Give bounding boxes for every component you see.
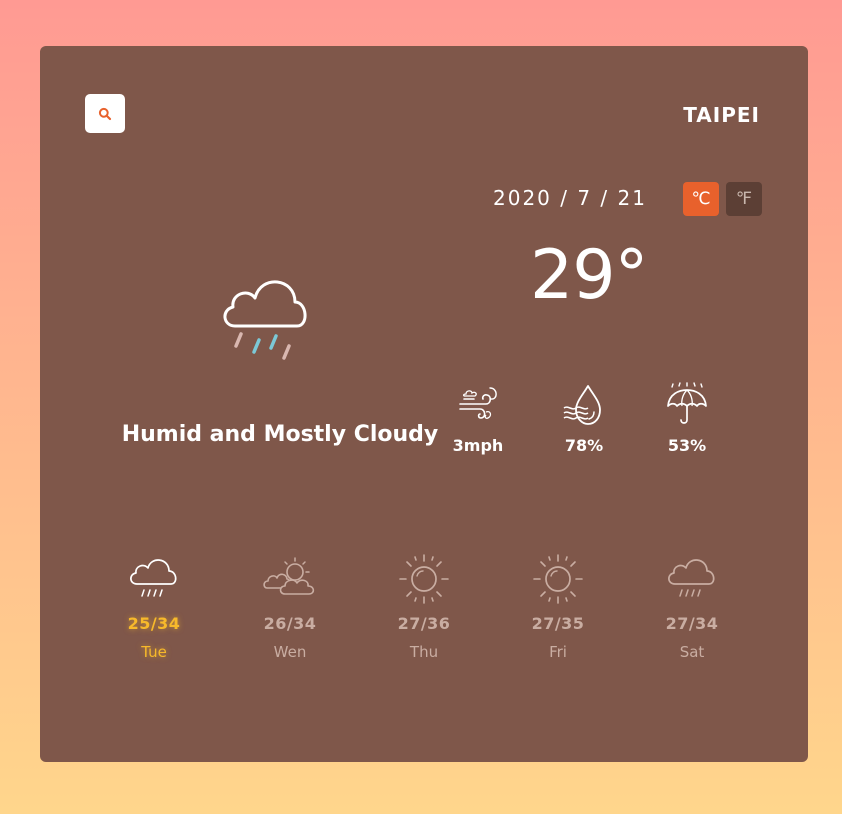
fahrenheit-toggle[interactable]: ℉ bbox=[726, 182, 762, 216]
wind-stat: 3mph bbox=[438, 382, 518, 455]
humidity-icon bbox=[563, 385, 601, 425]
forecast-day-label: Thu bbox=[409, 643, 439, 661]
forecast-temp-range: 26/34 bbox=[263, 614, 317, 633]
weather-condition: Humid and Mostly Cloudy bbox=[121, 422, 439, 447]
city-name: TAIPEI bbox=[683, 103, 760, 127]
forecast-temp-range: 27/35 bbox=[531, 614, 585, 633]
search-icon bbox=[98, 107, 112, 120]
cloud-rain-icon bbox=[130, 559, 177, 597]
forecast-temp-range: 25/34 bbox=[127, 614, 181, 633]
forecast-day-sat[interactable]: 27/34 Sat bbox=[637, 552, 747, 661]
current-date: 2020 / 7 / 21 bbox=[493, 186, 647, 210]
forecast-temp-range: 27/34 bbox=[665, 614, 719, 633]
search-button[interactable] bbox=[85, 94, 125, 133]
forecast-day-label: Wen bbox=[273, 643, 307, 661]
forecast-day-tue[interactable]: 25/34 Tue bbox=[99, 552, 209, 661]
forecast-day-label: Tue bbox=[141, 643, 167, 661]
cloud-rain-icon bbox=[223, 280, 307, 360]
forecast-day-fri[interactable]: 27/35 Fri bbox=[503, 552, 613, 661]
weather-card: TAIPEI 2020 / 7 / 21 ℃ ℉ 29° Humid and M… bbox=[40, 46, 808, 762]
forecast-day-thu[interactable]: 27/36 Thu bbox=[369, 552, 479, 661]
forecast-day-wen[interactable]: 26/34 Wen bbox=[235, 552, 345, 661]
humidity-value: 78% bbox=[564, 436, 604, 455]
sun-icon bbox=[533, 554, 583, 604]
celsius-toggle[interactable]: ℃ bbox=[683, 182, 719, 216]
forecast-day-label: Fri bbox=[549, 643, 567, 661]
forecast-day-label: Sat bbox=[679, 643, 705, 661]
wind-speed: 3mph bbox=[452, 436, 504, 455]
umbrella-icon bbox=[667, 382, 707, 424]
humidity-stat: 78% bbox=[544, 382, 624, 455]
current-temperature: 29° bbox=[530, 236, 649, 315]
forecast-temp-range: 27/36 bbox=[397, 614, 451, 633]
precipitation-value: 53% bbox=[667, 436, 707, 455]
wind-icon bbox=[459, 387, 497, 419]
partly-cloudy-icon bbox=[263, 557, 315, 595]
cloud-rain-icon bbox=[668, 559, 715, 597]
precipitation-stat: 53% bbox=[647, 382, 727, 455]
sun-icon bbox=[399, 554, 449, 604]
